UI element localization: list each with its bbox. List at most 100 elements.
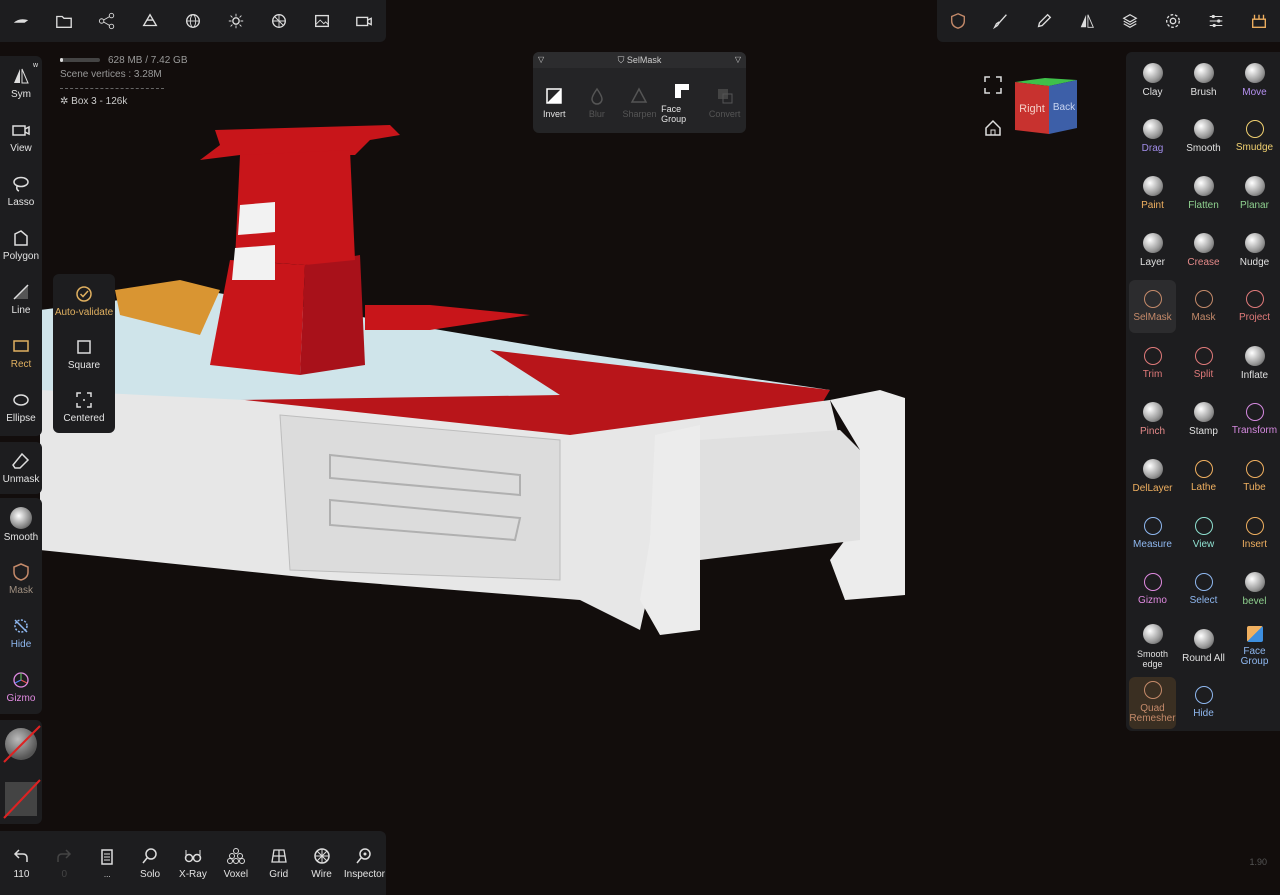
no-color-slash-icon xyxy=(3,779,41,819)
tool-transform[interactable]: Transform xyxy=(1229,392,1280,449)
wire-sphere-icon xyxy=(313,848,330,864)
rect-button[interactable]: Rect xyxy=(0,326,42,380)
ellipse-button[interactable]: Ellipse xyxy=(0,380,42,434)
wire-label: Wire xyxy=(311,869,332,880)
tool-move[interactable]: Move xyxy=(1229,52,1280,109)
polygon-label: Polygon xyxy=(2,251,40,262)
voxel-button[interactable]: Voxel xyxy=(215,835,257,891)
tool-face-group[interactable]: Face Group xyxy=(1229,618,1280,675)
blur-button[interactable]: Blur xyxy=(576,74,618,130)
redo-button[interactable]: 0 xyxy=(43,835,85,891)
toolbox-icon[interactable] xyxy=(1249,11,1269,31)
face-group-button[interactable]: Face Group xyxy=(661,74,703,130)
undo-button[interactable]: 110 xyxy=(0,835,42,891)
paint-brush-icon[interactable] xyxy=(991,11,1011,31)
symmetry-icon[interactable] xyxy=(1077,11,1097,31)
tool-nudge[interactable]: Nudge xyxy=(1229,222,1280,279)
tool-trim[interactable]: Trim xyxy=(1127,335,1178,392)
xray-button[interactable]: X-Ray xyxy=(172,835,214,891)
options-chevron-icon[interactable]: ▽ xyxy=(735,52,741,68)
centered-toggle[interactable]: Centered xyxy=(53,380,115,433)
tool-insert[interactable]: Insert xyxy=(1229,505,1280,562)
tool-stamp[interactable]: Stamp xyxy=(1178,392,1229,449)
selmask-shield-icon[interactable] xyxy=(948,11,968,31)
tool-view[interactable]: View xyxy=(1178,505,1229,562)
view-button[interactable]: View xyxy=(0,110,42,164)
auto-validate-toggle[interactable]: Auto-validate xyxy=(53,274,115,327)
tool-smooth-edge[interactable]: Smooth edge xyxy=(1127,618,1178,675)
square-toggle[interactable]: Square xyxy=(53,327,115,380)
scene-tree-icon[interactable] xyxy=(140,11,160,31)
lasso-button[interactable]: Lasso xyxy=(0,164,42,218)
wire-button[interactable]: Wire xyxy=(301,835,343,891)
camera-icon[interactable] xyxy=(354,11,374,31)
home-view-icon[interactable] xyxy=(983,118,1003,138)
smooth-button[interactable]: Smooth xyxy=(0,498,42,552)
tool-lathe[interactable]: Lathe xyxy=(1178,448,1229,505)
tool-round-all[interactable]: Round All xyxy=(1178,618,1229,675)
tool-bevel[interactable]: bevel xyxy=(1229,561,1280,618)
folder-icon[interactable] xyxy=(54,11,74,31)
settings-gear-icon[interactable] xyxy=(1163,11,1183,31)
inspector-button[interactable]: Inspector xyxy=(343,835,385,891)
solo-button[interactable]: Solo xyxy=(129,835,171,891)
fullscreen-icon[interactable] xyxy=(983,75,1003,95)
hide-button[interactable]: Hide xyxy=(0,606,42,660)
tool-gizmo[interactable]: Gizmo xyxy=(1127,561,1178,618)
viewport-scene[interactable] xyxy=(0,100,920,660)
sun-icon[interactable] xyxy=(226,11,246,31)
sym-button[interactable]: Sym w xyxy=(0,56,42,110)
history-button[interactable]: ... xyxy=(86,835,128,891)
tool-mask[interactable]: Mask xyxy=(1178,278,1229,335)
tube-icon xyxy=(1245,459,1264,478)
material-icon[interactable] xyxy=(269,11,289,31)
tool-pinch[interactable]: Pinch xyxy=(1127,392,1178,449)
tool-clay[interactable]: Clay xyxy=(1127,52,1178,109)
tool-tube[interactable]: Tube xyxy=(1229,448,1280,505)
tool-smooth[interactable]: Smooth xyxy=(1178,109,1229,166)
view-cube[interactable]: Right Back xyxy=(1013,76,1079,134)
tool-planar[interactable]: Planar xyxy=(1229,165,1280,222)
invert-button[interactable]: Invert xyxy=(533,74,575,130)
sliders-icon[interactable] xyxy=(1206,11,1226,31)
collapse-chevron-icon[interactable]: ▽ xyxy=(538,52,544,68)
brush-icon xyxy=(1193,62,1214,83)
stamp-icon xyxy=(1193,402,1214,423)
tool-selmask[interactable]: SelMask xyxy=(1129,280,1176,333)
unmask-button[interactable]: Unmask xyxy=(0,442,42,494)
polygon-icon xyxy=(14,230,28,246)
tool-dellayer[interactable]: DelLayer xyxy=(1127,448,1178,505)
tool-project[interactable]: Project xyxy=(1229,278,1280,335)
paint-icon xyxy=(1142,175,1163,196)
tool-paint[interactable]: Paint xyxy=(1127,165,1178,222)
tool-hide[interactable]: Hide xyxy=(1178,675,1229,732)
tool-measure[interactable]: Measure xyxy=(1127,505,1178,562)
home-shape-icon[interactable] xyxy=(11,11,31,31)
layers-icon[interactable] xyxy=(1120,11,1140,31)
tool-quad-remesher[interactable]: Quad Remesher xyxy=(1129,676,1176,730)
gizmo-button[interactable]: Gizmo xyxy=(0,660,42,714)
sphere-wire-icon[interactable] xyxy=(183,11,203,31)
convert-button[interactable]: Convert xyxy=(704,74,746,130)
tool-crease[interactable]: Crease xyxy=(1178,222,1229,279)
tool-brush[interactable]: Brush xyxy=(1178,52,1229,109)
image-icon[interactable] xyxy=(312,11,332,31)
selmask-header[interactable]: ▽ ⛉ SelMask ▽ xyxy=(533,52,746,68)
unmask-label: Unmask xyxy=(2,474,40,485)
quad-remesher-icon xyxy=(1143,681,1162,700)
line-button[interactable]: Line xyxy=(0,272,42,326)
tool-select[interactable]: Select xyxy=(1178,561,1229,618)
tool-smudge[interactable]: Smudge xyxy=(1229,109,1280,166)
tool-inflate[interactable]: Inflate xyxy=(1229,335,1280,392)
polygon-button[interactable]: Polygon xyxy=(0,218,42,272)
share-graph-icon[interactable] xyxy=(97,11,117,31)
grid-button[interactable]: Grid xyxy=(258,835,300,891)
tool-split[interactable]: Split xyxy=(1178,335,1229,392)
trim-icon xyxy=(1143,346,1162,365)
sharpen-button[interactable]: Sharpen xyxy=(618,74,660,130)
tool-flatten[interactable]: Flatten xyxy=(1178,165,1229,222)
tool-layer[interactable]: Layer xyxy=(1127,222,1178,279)
picker-icon[interactable] xyxy=(1034,11,1054,31)
mask-button[interactable]: Mask xyxy=(0,552,42,606)
tool-drag[interactable]: Drag xyxy=(1127,109,1178,166)
